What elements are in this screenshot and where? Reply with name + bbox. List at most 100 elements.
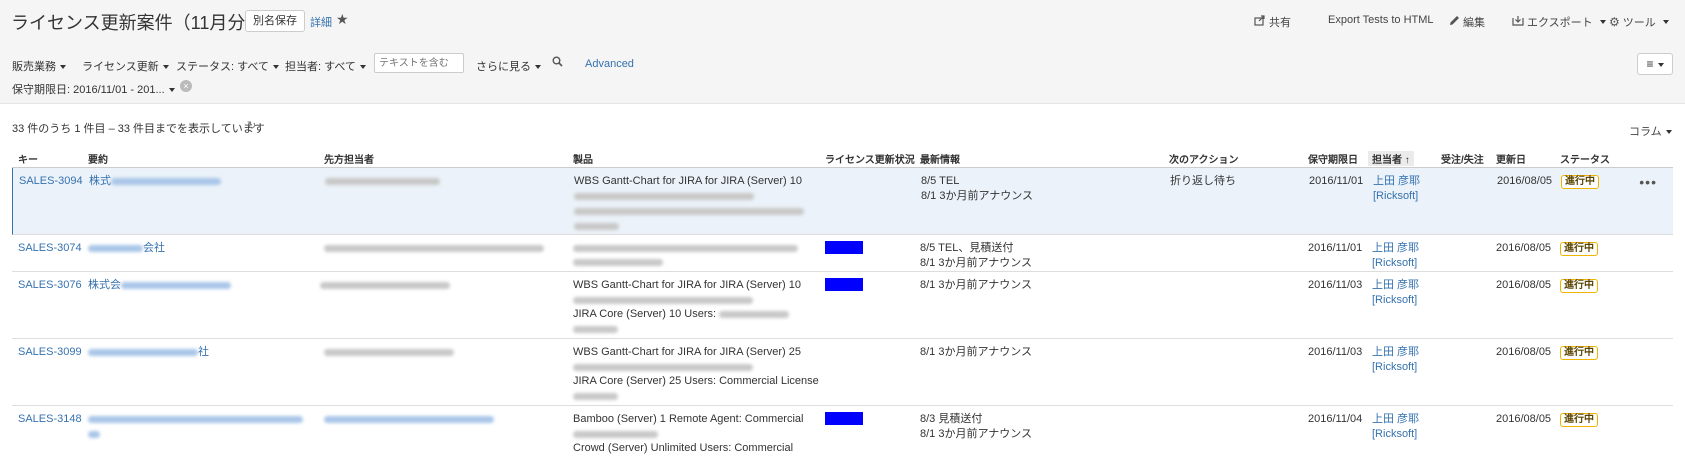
status-cell: 進行中 xyxy=(1560,345,1598,360)
col-key[interactable]: キー xyxy=(18,151,38,166)
search-icon[interactable] xyxy=(552,56,563,70)
edit-button[interactable]: 編集 xyxy=(1449,14,1485,30)
product-line: Crowd (Server) Unlimited Users: Commerci… xyxy=(573,442,794,454)
issue-key-link[interactable]: SALES-3076 xyxy=(18,278,82,293)
assignee-org: [Ricksoft] xyxy=(1372,257,1418,269)
summary-link[interactable]: 社 xyxy=(88,345,209,360)
filter-status-label: ステータス: すべて xyxy=(176,61,269,73)
redacted-text xyxy=(719,310,790,318)
assignee-name: 上田 彦耶 xyxy=(1373,175,1421,187)
latest-info-line: 8/3 見積送付 xyxy=(920,413,983,425)
filter-bar: 販売業務 ライセンス更新 ステータス: すべて 担当者: すべて さらに見る A… xyxy=(0,47,1685,104)
chevron-down-icon xyxy=(1599,20,1606,24)
summary-link[interactable]: 株式 xyxy=(89,174,221,189)
redacted-text xyxy=(574,193,754,200)
chevron-down-icon xyxy=(60,65,66,70)
col-next-action[interactable]: 次のアクション xyxy=(1169,151,1239,166)
summary-link[interactable]: 会社 xyxy=(88,241,165,256)
product-cell: Bamboo (Server) 1 Remote Agent: Commerci… xyxy=(573,412,818,456)
issue-key-link[interactable]: SALES-3074 xyxy=(18,241,82,256)
assignee-name: 上田 彦耶 xyxy=(1372,346,1420,358)
latest-info-line: 8/1 3か月前アナウンス xyxy=(920,279,1033,291)
export-dropdown[interactable]: エクスポート xyxy=(1512,14,1606,30)
details-link[interactable]: 詳細 xyxy=(310,14,332,30)
text-search-input[interactable] xyxy=(374,53,464,73)
product-cell xyxy=(573,241,798,266)
menu-icon: ≡ xyxy=(1646,57,1654,71)
table-row[interactable]: SALES-3094 株式 WBS Gantt-Chart for JIRA f… xyxy=(12,168,1673,235)
assignee-link[interactable]: 上田 彦耶 [Ricksoft] xyxy=(1372,412,1419,442)
save-as-button[interactable]: 別名保存 xyxy=(245,10,305,32)
col-due-date[interactable]: 保守期限日 xyxy=(1308,151,1358,166)
latest-info-line: 8/1 3か月前アナウンス xyxy=(920,346,1033,358)
summary-link[interactable] xyxy=(88,412,303,438)
col-status[interactable]: ステータス xyxy=(1560,151,1610,166)
updated-cell: 2016/08/05 xyxy=(1496,346,1552,358)
summary-text: 株式会 xyxy=(88,279,121,291)
summary-link[interactable]: 株式会 xyxy=(88,278,231,293)
chevron-down-icon xyxy=(359,65,366,70)
status-badge: 進行中 xyxy=(1560,413,1598,427)
filter-more[interactable]: さらに見る xyxy=(476,58,541,74)
table-row[interactable]: SALES-3148 Bamboo (Server) 1 Remote Agen… xyxy=(12,406,1673,457)
issue-key-link[interactable]: SALES-3094 xyxy=(19,174,83,189)
filter-sales-label: 販売業務 xyxy=(12,61,56,73)
due-date-cell: 2016/11/03 xyxy=(1308,346,1363,358)
edit-label: 編集 xyxy=(1463,17,1485,29)
latest-info-line: 8/5 TEL xyxy=(921,175,960,187)
star-icon[interactable]: ★ xyxy=(336,11,349,28)
filter-assignee[interactable]: 担当者: すべて xyxy=(285,58,366,74)
filter-date-label: 保守期限日: 2016/11/01 - 201... xyxy=(12,84,165,96)
redacted-text xyxy=(121,281,231,289)
refresh-icon[interactable]: ↻ xyxy=(247,119,256,132)
license-status-indicator xyxy=(825,412,863,425)
tools-label: ツール xyxy=(1622,17,1656,29)
redacted-text xyxy=(88,244,143,252)
contact-cell xyxy=(320,278,450,289)
export-tests-button[interactable]: Export Tests to HTML xyxy=(1328,14,1434,26)
col-latest-info[interactable]: 最新情報 xyxy=(920,151,960,166)
redacted-text xyxy=(111,177,221,185)
filter-license-renewal[interactable]: ライセンス更新 xyxy=(82,58,169,74)
layout-menu-button[interactable]: ≡ xyxy=(1637,53,1673,75)
table-row[interactable]: SALES-3076 株式会 WBS Gantt-Chart for JIRA … xyxy=(12,272,1673,339)
status-cell: 進行中 xyxy=(1561,174,1599,189)
status-cell: 進行中 xyxy=(1560,412,1598,427)
share-button[interactable]: 共有 xyxy=(1254,14,1291,30)
filter-status[interactable]: ステータス: すべて xyxy=(176,58,279,74)
col-assignee[interactable]: 担当者 ↑ xyxy=(1368,151,1414,166)
issue-key-link[interactable]: SALES-3148 xyxy=(18,412,82,427)
status-badge: 進行中 xyxy=(1561,175,1599,189)
col-summary[interactable]: 要約 xyxy=(88,151,108,166)
redacted-text xyxy=(573,431,658,438)
assignee-link[interactable]: 上田 彦耶 [Ricksoft] xyxy=(1372,278,1419,308)
latest-info-line: 8/1 3か月前アナウンス xyxy=(920,257,1033,269)
col-product[interactable]: 製品 xyxy=(573,151,593,166)
product-line: WBS Gantt-Chart for JIRA for JIRA (Serve… xyxy=(574,175,803,187)
col-order[interactable]: 受注/失注 xyxy=(1441,151,1484,166)
export-icon xyxy=(1512,15,1524,29)
assignee-org: [Ricksoft] xyxy=(1372,294,1418,306)
col-license-status[interactable]: ライセンス更新状況 xyxy=(825,151,915,166)
clear-filter-icon[interactable]: × xyxy=(180,80,192,92)
redacted-text xyxy=(573,326,618,333)
updated-cell: 2016/08/05 xyxy=(1497,175,1553,187)
columns-button[interactable]: コラム xyxy=(1629,123,1672,139)
more-actions-icon[interactable]: ••• xyxy=(1639,174,1657,190)
tools-dropdown[interactable]: ⚙ ツール xyxy=(1609,14,1669,30)
assignee-link[interactable]: 上田 彦耶 [Ricksoft] xyxy=(1373,174,1420,204)
filter-date[interactable]: 保守期限日: 2016/11/01 - 201... xyxy=(12,81,175,97)
table-row[interactable]: SALES-3074 会社 8/5 TEL、見積送付 8/1 3か月前アナウンス… xyxy=(12,235,1673,272)
filter-sales[interactable]: 販売業務 xyxy=(12,58,66,74)
assignee-link[interactable]: 上田 彦耶 [Ricksoft] xyxy=(1372,345,1419,375)
filter-license-renewal-label: ライセンス更新 xyxy=(82,61,159,73)
assignee-link[interactable]: 上田 彦耶 [Ricksoft] xyxy=(1372,241,1419,271)
col-contact[interactable]: 先方担当者 xyxy=(324,151,374,166)
table-row[interactable]: SALES-3099 社 WBS Gantt-Chart for JIRA fo… xyxy=(12,339,1673,406)
issue-key-link[interactable]: SALES-3099 xyxy=(18,345,82,360)
redacted-text xyxy=(88,431,100,438)
results-count: 33 件のうち 1 件目 – 33 件目までを表示しています xyxy=(12,123,265,135)
advanced-link[interactable]: Advanced xyxy=(585,58,634,70)
license-status-indicator xyxy=(825,241,863,254)
col-updated[interactable]: 更新日 xyxy=(1496,151,1526,166)
